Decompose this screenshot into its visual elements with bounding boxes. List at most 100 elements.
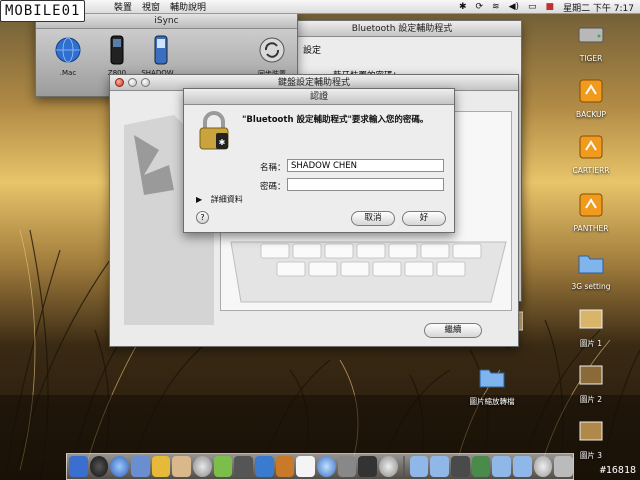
password-label: 密碼： xyxy=(260,182,286,192)
flag-icon[interactable]: ■ xyxy=(546,2,555,12)
device-shadow[interactable]: SHADOW… xyxy=(136,35,186,77)
safari-icon[interactable] xyxy=(110,456,130,477)
sync-icon[interactable]: ⟳ xyxy=(476,2,484,12)
desktop-icon-panther[interactable]: PANTHER xyxy=(561,190,621,233)
auth-message: "Bluetooth 設定輔助程式"要求輸入您的密碼。 xyxy=(242,115,429,125)
desktop-icon-backup[interactable]: BACKUP xyxy=(561,76,621,119)
folder-icon xyxy=(479,369,505,388)
bt-titlebar: Bluetooth 設定輔助程式 xyxy=(283,21,521,37)
desktop-icon-image-resize[interactable]: 圖片縮放轉檔 xyxy=(462,362,522,406)
menu-help[interactable]: 輔助說明 xyxy=(170,0,206,13)
folder-icon[interactable] xyxy=(430,456,450,477)
image-file-icon xyxy=(579,309,603,329)
menu-devices[interactable]: 裝置 xyxy=(114,0,132,13)
folder-icon[interactable] xyxy=(513,456,532,477)
image-file-icon xyxy=(579,365,603,385)
authenticate-dialog: 認證 ✱ "Bluetooth 設定輔助程式"要求輸入您的密碼。 名稱： SHA… xyxy=(183,88,455,233)
bluetooth-icon[interactable]: ✱ xyxy=(459,2,467,12)
desktop-icon-label: 圖片 2 xyxy=(579,395,603,404)
firewire-drive-icon xyxy=(579,193,603,217)
help-button[interactable]: ? xyxy=(196,211,209,224)
auth-titlebar: 認證 xyxy=(184,89,454,105)
phone-icon[interactable] xyxy=(358,456,378,477)
imovie-icon[interactable] xyxy=(234,456,254,477)
continue-button[interactable]: 繼續 xyxy=(424,323,482,338)
desktop-icon-label: TIGER xyxy=(579,54,603,63)
kb-title: 鍵盤設定輔助程式 xyxy=(277,78,350,88)
desktop-icon-label: BACKUP xyxy=(575,110,607,119)
watermark: #16818 xyxy=(599,465,636,476)
dashboard-icon[interactable] xyxy=(89,456,109,477)
finder-icon[interactable] xyxy=(69,456,88,477)
dock xyxy=(66,453,574,480)
password-field[interactable] xyxy=(287,178,444,191)
wifi-icon[interactable]: ≋ xyxy=(492,2,500,12)
desktop-icon-3g-setting[interactable]: 3G setting xyxy=(561,248,621,291)
garageband-icon[interactable] xyxy=(275,456,295,477)
desktop-icon-picture-3[interactable]: 圖片 3 xyxy=(561,416,621,460)
desktop-icon-picture-1[interactable]: 圖片 1 xyxy=(561,304,621,348)
minimize-button[interactable] xyxy=(128,78,137,87)
sync-devices-button[interactable]: 同步裝置 xyxy=(247,35,297,78)
image-file-icon xyxy=(579,421,603,441)
idvd-icon[interactable] xyxy=(255,456,274,477)
name-label: 名稱： xyxy=(260,163,286,173)
desktop-icon-label: 圖片 1 xyxy=(579,339,603,348)
ichat-icon[interactable] xyxy=(151,456,171,477)
iphoto-icon[interactable] xyxy=(213,456,233,477)
folder-icon[interactable] xyxy=(492,456,512,477)
shadow-phone-icon xyxy=(154,35,168,65)
device-z800[interactable]: Z800 xyxy=(92,35,142,77)
folder-icon xyxy=(578,255,604,274)
desktop-icon-label: CARTIERR xyxy=(572,166,610,175)
ok-button[interactable]: 好 xyxy=(402,211,446,226)
menu-window[interactable]: 視窗 xyxy=(142,0,160,13)
folder-icon[interactable] xyxy=(409,456,429,477)
desktop-icon-cartierr[interactable]: CARTIERR xyxy=(561,132,621,175)
isync-title: iSync xyxy=(154,16,179,26)
svg-text:✱: ✱ xyxy=(219,138,226,147)
padlock-icon: ✱ xyxy=(199,111,229,150)
zoom-button[interactable] xyxy=(141,78,150,87)
desktop-icon-label: 圖片縮放轉檔 xyxy=(469,397,515,406)
name-field[interactable]: SHADOW CHEN xyxy=(287,159,444,172)
dock-separator xyxy=(402,455,405,478)
desktop-icon-label: PANTHER xyxy=(573,224,609,233)
preview-icon[interactable] xyxy=(451,456,470,477)
close-button[interactable] xyxy=(115,78,124,87)
menu-bar: 裝置 視窗 輔助說明 ✱ ⟳ ≋ ◀) ▭ ■ 星期二 下午 7:17 xyxy=(0,0,640,14)
trash-icon[interactable] xyxy=(554,456,574,477)
window-controls xyxy=(115,78,150,87)
bt-title: Bluetooth 設定輔助程式 xyxy=(351,24,453,34)
device-label: .Mac xyxy=(59,69,77,77)
dotmac-globe-icon xyxy=(55,37,81,63)
cancel-button[interactable]: 取消 xyxy=(351,211,395,226)
battery-icon[interactable]: ▭ xyxy=(528,2,537,12)
firewire-drive-icon xyxy=(579,79,603,103)
disclosure-triangle-icon: ▶ xyxy=(196,195,203,204)
device-dotmac[interactable]: .Mac xyxy=(43,35,93,77)
app-icon[interactable] xyxy=(533,456,553,477)
quicktime-icon[interactable] xyxy=(317,456,336,477)
z800-phone-icon xyxy=(110,35,124,65)
address-book-icon[interactable] xyxy=(172,456,192,477)
bt-subtitle: 設定 xyxy=(303,46,322,56)
app-icon[interactable] xyxy=(471,456,491,477)
desktop-icon-tiger[interactable]: TIGER xyxy=(561,20,621,63)
desktop-icon-picture-2[interactable]: 圖片 2 xyxy=(561,360,621,404)
details-disclosure[interactable]: ▶ 詳細資料 xyxy=(196,194,243,205)
hard-drive-icon xyxy=(578,27,604,43)
mail-icon[interactable] xyxy=(131,456,150,477)
sync-arrows-icon xyxy=(259,37,285,63)
auth-title: 認證 xyxy=(309,92,328,102)
itunes-icon[interactable] xyxy=(193,456,212,477)
desktop-icon-label: 3G setting xyxy=(571,282,611,291)
ical-icon[interactable] xyxy=(296,456,316,477)
menu-extras: ✱ ⟳ ≋ ◀) ▭ ■ 星期二 下午 7:17 xyxy=(459,0,634,14)
menu-clock[interactable]: 星期二 下午 7:17 xyxy=(563,1,634,14)
brand-logo: MOBILE01 xyxy=(0,0,86,22)
isync-icon[interactable] xyxy=(379,456,398,477)
system-preferences-icon[interactable] xyxy=(337,456,357,477)
volume-icon[interactable]: ◀) xyxy=(509,2,519,12)
details-label: 詳細資料 xyxy=(210,195,243,204)
